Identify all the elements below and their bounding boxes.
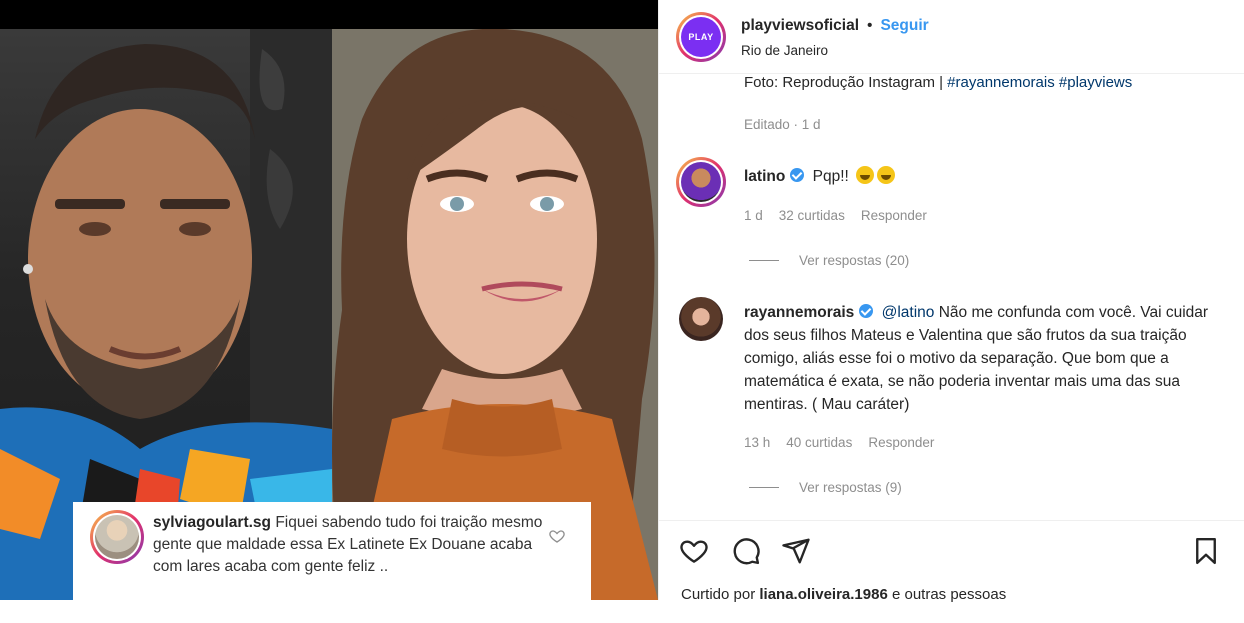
share-icon[interactable] [781, 536, 811, 566]
caption-edited-label: Editado · 1 d [744, 117, 821, 132]
avatar [681, 162, 721, 202]
comment-meta: 13 h 40 curtidas Responder [744, 435, 934, 450]
reply-button[interactable]: Responder [868, 435, 934, 450]
post-media[interactable]: sylviagoulart.sg Fiquei sabendo tudo foi… [0, 0, 658, 600]
comment-likes[interactable]: 40 curtidas [786, 435, 852, 450]
post-actions-bar [659, 520, 1244, 580]
verified-icon [790, 168, 805, 182]
comment-time[interactable]: 13 h [744, 435, 770, 450]
overlay-comment-text: sylviagoulart.sg Fiquei sabendo tudo foi… [153, 512, 553, 578]
comment-avatar[interactable] [676, 157, 726, 207]
post-side-panel: PLAY playviewsoficial • Seguir Rio de Ja… [658, 0, 1244, 603]
avatar [95, 515, 139, 559]
caption-text: Foto: Reprodução Instagram | #rayannemor… [744, 75, 1132, 91]
avatar [679, 297, 723, 341]
comment-time[interactable]: 1 d [744, 208, 763, 223]
caption-prefix: Foto: Reprodução Instagram | [744, 75, 948, 91]
view-replies-button[interactable]: Ver respostas (20) [749, 253, 909, 268]
laughing-emoji-icon [856, 166, 875, 184]
heart-icon[interactable] [679, 536, 709, 566]
overlay-comment-username[interactable]: sylviagoulart.sg [153, 514, 271, 531]
comment-meta: 1 d 32 curtidas Responder [744, 208, 927, 223]
comment-text: rayannemorais @latino Não me confunda co… [744, 301, 1232, 416]
playviews-logo: PLAY [681, 17, 721, 57]
separator-dot: • [867, 17, 873, 34]
comment-likes[interactable]: 32 curtidas [779, 208, 845, 223]
comment-body: Pqp!! [812, 168, 849, 185]
replies-divider-line [749, 260, 779, 261]
replies-divider-line [749, 487, 779, 488]
liked-by-prefix: Curtido por [681, 586, 760, 603]
heart-icon[interactable] [549, 528, 565, 544]
overlay-comment-card: sylviagoulart.sg Fiquei sabendo tudo foi… [73, 502, 591, 600]
liked-by-user[interactable]: liana.oliveira.1986 [759, 586, 887, 603]
post-header: PLAY playviewsoficial • Seguir Rio de Ja… [659, 0, 1244, 74]
avatar-ring-inner [93, 513, 141, 561]
liked-by-text: Curtido por liana.oliveira.1986 e outras… [681, 586, 1006, 603]
view-replies-label: Ver respostas (20) [799, 253, 910, 268]
comments-scroll-area[interactable]: Foto: Reprodução Instagram | #rayannemor… [659, 75, 1244, 520]
comment-mention[interactable]: @latino [882, 304, 935, 321]
avatar-ring-inner [679, 160, 723, 204]
media-top-bar [0, 0, 658, 29]
comment-icon[interactable] [731, 536, 761, 566]
post-location[interactable]: Rio de Janeiro [741, 43, 828, 58]
caption-hashtags[interactable]: #rayannemorais #playviews [947, 75, 1132, 91]
comment-avatar[interactable] [679, 297, 723, 341]
view-replies-label: Ver respostas (9) [799, 480, 902, 495]
profile-username[interactable]: playviewsoficial [741, 17, 859, 35]
comment-username[interactable]: rayannemorais [744, 304, 854, 321]
follow-button[interactable]: Seguir [880, 17, 928, 35]
comment-text: latino Pqp!! [744, 165, 1232, 188]
laughing-emoji-icon [877, 166, 896, 184]
view-replies-button[interactable]: Ver respostas (9) [749, 480, 902, 495]
overlay-comment-avatar[interactable] [90, 510, 144, 564]
liked-by-suffix[interactable]: e outras pessoas [888, 586, 1006, 603]
avatar-ring-inner: PLAY [679, 15, 723, 59]
header-name-row: playviewsoficial • Seguir [741, 17, 929, 35]
profile-avatar[interactable]: PLAY [676, 12, 726, 62]
comment-username[interactable]: latino [744, 168, 785, 185]
reply-button[interactable]: Responder [861, 208, 927, 223]
verified-icon [859, 304, 874, 318]
bookmark-icon[interactable] [1191, 536, 1221, 566]
